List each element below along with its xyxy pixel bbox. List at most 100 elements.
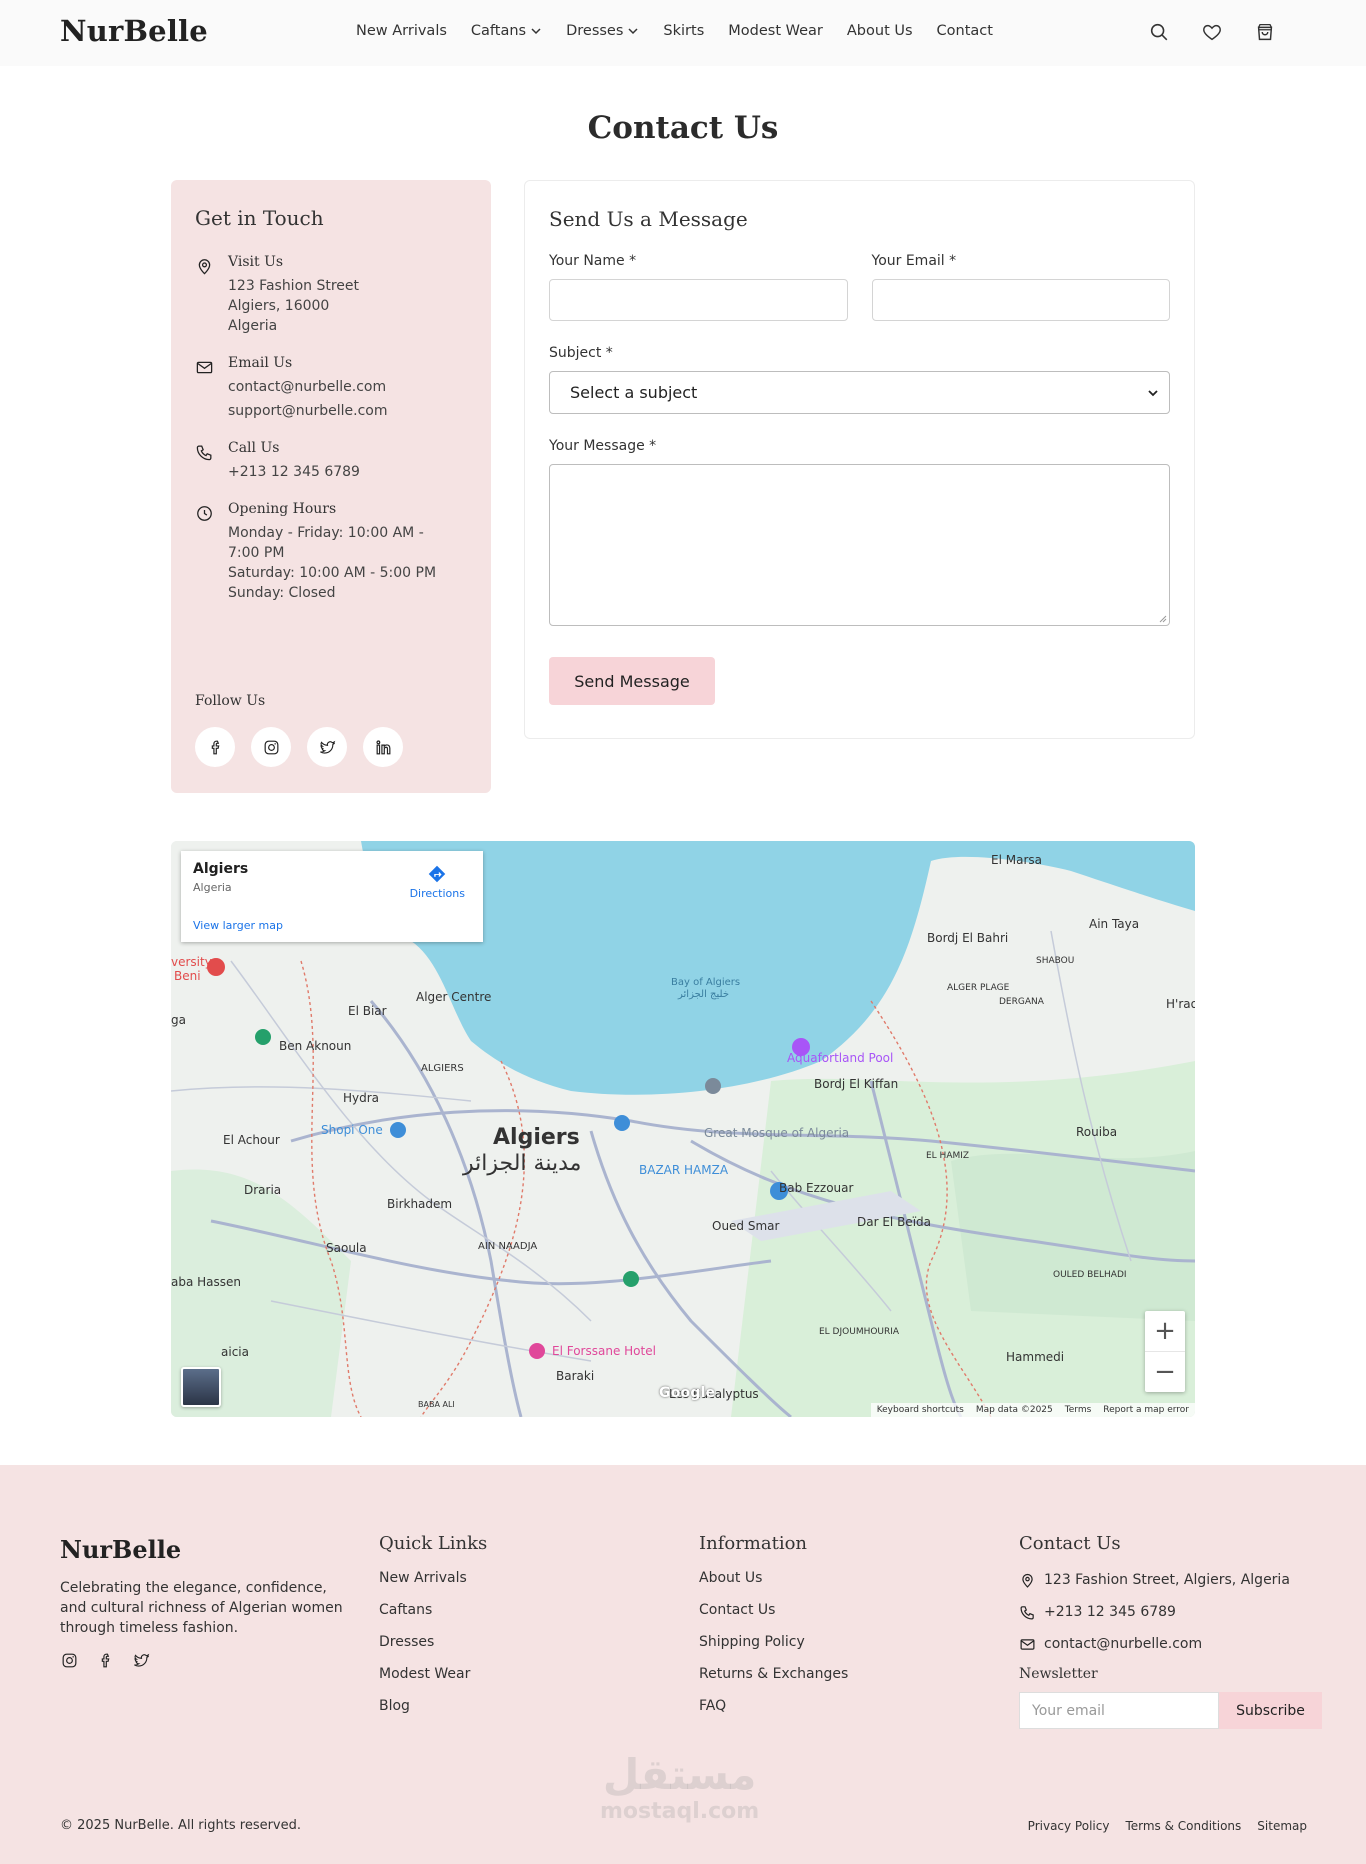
footer-link-caftans[interactable]: Caftans (379, 1602, 487, 1622)
nav-modest-wear[interactable]: Modest Wear (728, 23, 823, 39)
zoom-in-button[interactable]: + (1145, 1311, 1185, 1351)
footer-link-dresses[interactable]: Dresses (379, 1634, 487, 1654)
hours-line: Sunday: Closed (228, 585, 336, 601)
send-message-button[interactable]: Send Message (549, 657, 715, 705)
map-label-rouiba: Rouiba (1076, 1125, 1118, 1139)
map-label-great-mosque: Great Mosque of Algeria (704, 1126, 850, 1140)
footer-link-new-arrivals[interactable]: New Arrivals (379, 1570, 487, 1590)
map-label-baraki: Baraki (556, 1369, 595, 1383)
terms-link[interactable]: Terms (1065, 1405, 1092, 1415)
footer-link-faq[interactable]: FAQ (699, 1698, 848, 1718)
map-label-baba-hassen: aba Hassen (171, 1275, 242, 1289)
info-title: Get in Touch (195, 206, 324, 230)
call-us-block: Call Us +213 12 345 6789 (195, 440, 467, 482)
name-input[interactable] (549, 279, 848, 321)
header-actions (1148, 21, 1276, 43)
copyright: © 2025 NurBelle. All rights reserved. (60, 1818, 302, 1833)
email-input[interactable] (871, 279, 1170, 321)
subject-label: Subject * (549, 345, 613, 361)
street-view-thumbnail[interactable] (181, 1367, 221, 1407)
sitemap-link[interactable]: Sitemap (1257, 1819, 1307, 1833)
map-footer: Keyboard shortcuts Map data ©2025 Terms … (870, 1403, 1195, 1417)
footer-quick-links: Quick Links New Arrivals Caftans Dresses… (379, 1533, 487, 1730)
twitter-link[interactable] (307, 727, 347, 767)
directions-icon (429, 865, 446, 883)
map-label-ain-naadja: AIN NAADJA (478, 1241, 538, 1252)
watermark: مستقل mostaql.com (600, 1750, 760, 1824)
map-data-label: Map data ©2025 (975, 1405, 1053, 1415)
map-label-hammedi: Hammedi (1006, 1350, 1065, 1364)
nav-new-arrivals[interactable]: New Arrivals (356, 23, 447, 39)
footer-link-blog[interactable]: Blog (379, 1698, 487, 1718)
view-larger-map-link[interactable]: View larger map (193, 919, 283, 932)
map-label-draria: Draria (244, 1183, 282, 1197)
email-link[interactable]: contact@nurbelle.com (228, 377, 388, 397)
nav-contact[interactable]: Contact (937, 23, 993, 39)
facebook-link[interactable] (195, 727, 235, 767)
search-icon[interactable] (1148, 21, 1170, 43)
visit-us-block: Visit Us 123 Fashion Street Algiers, 160… (195, 254, 467, 336)
map-label-el-marsa: El Marsa (991, 853, 1042, 867)
follow-us-label: Follow Us (195, 693, 266, 709)
linkedin-link[interactable] (363, 727, 403, 767)
map-place-card: Algiers Algeria View larger map Directio… (181, 851, 483, 942)
social-links (195, 727, 403, 767)
instagram-icon[interactable] (60, 1651, 79, 1670)
privacy-policy-link[interactable]: Privacy Policy (1028, 1819, 1110, 1833)
footer-link-returns[interactable]: Returns & Exchanges (699, 1666, 848, 1686)
map-label-bay: Bay of Algiers (671, 977, 741, 988)
heart-icon[interactable] (1201, 21, 1223, 43)
map-label-el-djoumhouria: EL DJOUMHOURIA (819, 1327, 900, 1337)
map-embed[interactable]: Algiers مدينة الجزائر Bay of Algiers خلي… (171, 841, 1195, 1417)
subject-selected-value: Select a subject (570, 383, 698, 402)
nav-about-us[interactable]: About Us (847, 23, 913, 39)
map-label-ain-taya: Ain Taya (1089, 917, 1140, 931)
message-label: Your Message * (549, 438, 657, 454)
mail-icon (1020, 1638, 1035, 1650)
nav-caftans[interactable]: Caftans (471, 23, 542, 39)
newsletter-email-input[interactable]: Your email (1019, 1692, 1219, 1729)
email-link[interactable]: support@nurbelle.com (228, 401, 388, 421)
map-label-ben-aknoun: Ben Aknoun (279, 1039, 352, 1053)
phone-link[interactable]: +213 12 345 6789 (228, 462, 360, 482)
twitter-icon[interactable] (132, 1651, 151, 1670)
linkedin-icon (375, 739, 390, 754)
directions-button[interactable]: Directions (410, 863, 465, 900)
report-error-link[interactable]: Report a map error (1103, 1405, 1189, 1415)
form-title: Send Us a Message (549, 207, 748, 231)
footer-link-modest-wear[interactable]: Modest Wear (379, 1666, 487, 1686)
footer-email[interactable]: contact@nurbelle.com (1019, 1634, 1322, 1654)
map-label-shopi-one: Shopi One (321, 1123, 383, 1137)
keyboard-shortcuts-link[interactable]: Keyboard shortcuts (877, 1405, 964, 1415)
footer-link-shipping[interactable]: Shipping Policy (699, 1634, 848, 1654)
location-pin-icon (198, 259, 211, 275)
instagram-link[interactable] (251, 727, 291, 767)
zoom-out-button[interactable]: − (1145, 1351, 1185, 1391)
message-textarea[interactable] (549, 464, 1170, 626)
information-title: Information (699, 1533, 808, 1554)
contact-form-card: Send Us a Message Your Name * Your Email… (524, 180, 1195, 739)
map-label-algiers-small: ALGIERS (421, 1063, 464, 1074)
footer-link-about-us[interactable]: About Us (699, 1570, 848, 1590)
subscribe-button[interactable]: Subscribe (1219, 1692, 1322, 1729)
resize-grip-icon[interactable] (1158, 614, 1167, 623)
hours-line: Monday - Friday: 10:00 AM - 7:00 PM (228, 525, 424, 561)
newsletter-form: Your email Subscribe (1019, 1692, 1322, 1729)
map-label-aquafortland: Aquafortland Pool (787, 1051, 894, 1065)
visit-us-title: Visit Us (228, 254, 284, 270)
nav-dresses[interactable]: Dresses (566, 23, 639, 39)
map-label-ga: ga (171, 1013, 186, 1027)
footer-phone[interactable]: +213 12 345 6789 (1019, 1602, 1322, 1622)
cart-icon[interactable] (1254, 21, 1276, 43)
facebook-icon[interactable] (96, 1651, 115, 1670)
subject-select[interactable]: Select a subject (549, 371, 1170, 414)
phone-icon (1020, 1605, 1034, 1619)
instagram-icon (264, 740, 278, 754)
terms-link[interactable]: Terms & Conditions (1125, 1819, 1241, 1833)
nav-skirts[interactable]: Skirts (663, 23, 704, 39)
name-label: Your Name * (549, 253, 637, 269)
footer-contact: Contact Us 123 Fashion Street, Algiers, … (1019, 1533, 1322, 1729)
site-logo[interactable]: NurBelle (60, 14, 208, 48)
footer-logo[interactable]: NurBelle (60, 1535, 181, 1564)
footer-link-contact-us[interactable]: Contact Us (699, 1602, 848, 1622)
